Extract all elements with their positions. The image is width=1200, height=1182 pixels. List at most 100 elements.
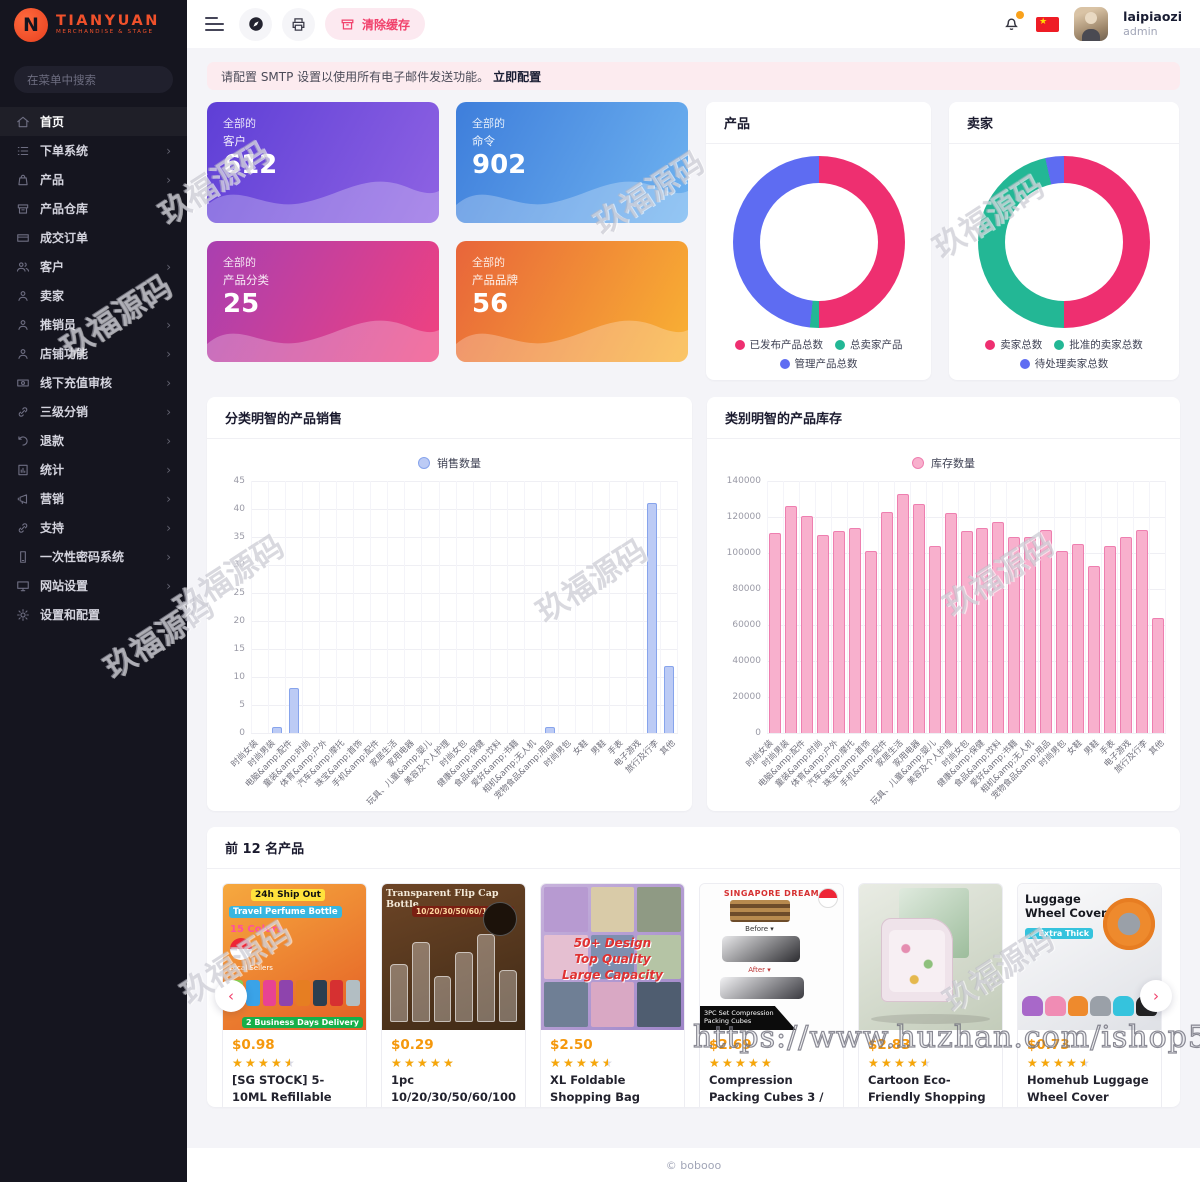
product-name: 1pc 10/20/30/50/60/100ml...	[391, 1072, 516, 1107]
bar-slot	[767, 481, 783, 733]
products-donut-card: 产品 已发布产品总数总卖家产品管理产品总数	[706, 102, 931, 380]
bar[interactable]	[1040, 530, 1052, 733]
bar[interactable]	[817, 535, 829, 733]
language-flag-icon[interactable]: ★	[1036, 17, 1059, 32]
list-icon	[16, 143, 31, 158]
sidebar-item-13[interactable]: 营销›	[0, 484, 187, 513]
bar[interactable]	[1152, 618, 1164, 733]
legend-item[interactable]: 管理产品总数	[780, 356, 858, 371]
bar[interactable]	[769, 533, 781, 733]
print-icon[interactable]	[282, 8, 315, 41]
bar-slot	[302, 481, 319, 733]
star-icon: ★★	[258, 1057, 270, 1069]
legend-item[interactable]: 已发布产品总数	[735, 337, 824, 352]
bar[interactable]	[833, 531, 845, 733]
sidebar-item-5[interactable]: 客户›	[0, 252, 187, 281]
products-donut-chart[interactable]	[733, 156, 905, 328]
legend-item[interactable]: 总卖家产品	[835, 337, 903, 352]
bar[interactable]	[897, 494, 909, 733]
stat-card-3[interactable]: 全部的产品品牌56	[456, 241, 688, 362]
bar[interactable]	[289, 688, 299, 733]
avatar[interactable]	[1074, 7, 1108, 41]
product-card-3[interactable]: SINGAPORE DREAMBefore ▾After ▾3PC Set Co…	[699, 883, 844, 1107]
sidebar-item-1[interactable]: 下单系统›	[0, 136, 187, 165]
product-card-4[interactable]: $2.83★★★★★★★★★★Cartoon Eco-Friendly Shop…	[858, 883, 1003, 1107]
bar[interactable]	[1008, 537, 1020, 733]
notifications-bell-icon[interactable]	[1002, 13, 1021, 35]
sidebar-item-17[interactable]: 设置和配置	[0, 600, 187, 629]
legend-label: 卖家总数	[1000, 337, 1042, 352]
sidebar-item-16[interactable]: 网站设置 ›	[0, 571, 187, 600]
bar[interactable]	[785, 506, 797, 733]
product-card-2[interactable]: 50+ DesignTop QualityLarge Capacity$2.50…	[540, 883, 685, 1107]
sidebar-item-label: 网站设置	[40, 577, 157, 594]
bar[interactable]	[1120, 537, 1132, 733]
bar[interactable]	[865, 551, 877, 733]
sidebar-item-8[interactable]: 店铺功能›	[0, 339, 187, 368]
bar-slot	[370, 481, 387, 733]
sidebar-item-7[interactable]: 推销员›	[0, 310, 187, 339]
sellers-donut-chart[interactable]	[978, 156, 1150, 328]
smtp-configure-link[interactable]: 立即配置	[493, 68, 541, 85]
stat-card-1[interactable]: 全部的命令902	[456, 102, 688, 223]
bar-slot	[490, 481, 507, 733]
sidebar-item-2[interactable]: 产品›	[0, 165, 187, 194]
sidebar-item-10[interactable]: 三级分销›	[0, 397, 187, 426]
brand[interactable]: N TIANYUAN MERCHANDISE & STAGE	[0, 0, 187, 50]
sellers-donut-legend: 卖家总数批准的卖家总数待处理卖家总数	[959, 337, 1169, 371]
sidebar-item-11[interactable]: 退款›	[0, 426, 187, 455]
bar[interactable]	[945, 513, 957, 733]
inventory-bar-chart[interactable]: 库存数量140000120000100000800006000040000200…	[707, 455, 1180, 805]
clear-cache-button[interactable]: 清除缓存	[325, 8, 425, 40]
chevron-right-icon: ›	[166, 580, 171, 592]
bar[interactable]	[1136, 530, 1148, 733]
bar[interactable]	[1024, 537, 1036, 733]
bar[interactable]	[913, 504, 925, 733]
bar[interactable]	[664, 666, 674, 733]
sidebar-item-12[interactable]: 统计›	[0, 455, 187, 484]
carousel-next-button[interactable]: ›	[1140, 980, 1172, 1012]
carousel-prev-button[interactable]: ‹	[215, 980, 247, 1012]
bar-slot	[439, 481, 456, 733]
sidebar-toggle-icon[interactable]	[205, 17, 225, 31]
chevron-right-icon: ›	[166, 406, 171, 418]
sidebar-item-6[interactable]: 卖家›	[0, 281, 187, 310]
sidebar-item-label: 退款	[40, 432, 157, 449]
bar[interactable]	[801, 516, 813, 733]
bar[interactable]	[1056, 551, 1068, 733]
sidebar-item-9[interactable]: 线下充值审核›	[0, 368, 187, 397]
bar[interactable]	[992, 522, 1004, 733]
stat-card-2[interactable]: 全部的产品分类25	[207, 241, 439, 362]
bar[interactable]	[1072, 544, 1084, 733]
legend-item[interactable]: 批准的卖家总数	[1054, 337, 1143, 352]
sidebar-item-label: 下单系统	[40, 142, 157, 159]
bar[interactable]	[961, 531, 973, 733]
sidebar-item-0[interactable]: 首页	[0, 107, 187, 136]
sales-bar-chart[interactable]: 销售数量454035302520151050时尚女装时尚男装电脑&amp;配件童…	[207, 455, 692, 805]
sidebar-item-4[interactable]: 成交订单	[0, 223, 187, 252]
sidebar-item-3[interactable]: 产品仓库›	[0, 194, 187, 223]
star-icon: ★★	[1027, 1057, 1039, 1069]
stat-label: 客户	[223, 133, 423, 149]
bar[interactable]	[1104, 546, 1116, 733]
sidebar-item-15[interactable]: 一次性密码系统›	[0, 542, 187, 571]
bar[interactable]	[976, 528, 988, 733]
bar[interactable]	[929, 546, 941, 733]
language-globe-icon[interactable]	[239, 8, 272, 41]
bar[interactable]	[881, 512, 893, 733]
legend-item[interactable]: 卖家总数	[985, 337, 1042, 352]
bar-slot	[783, 481, 799, 733]
stat-label: 产品品牌	[472, 272, 672, 288]
legend-item[interactable]: 待处理卖家总数	[1020, 356, 1109, 371]
star-icon: ★★	[576, 1057, 588, 1069]
bar[interactable]	[849, 528, 861, 733]
stat-card-0[interactable]: 全部的客户612	[207, 102, 439, 223]
bar[interactable]	[1088, 566, 1100, 733]
menu-search-input[interactable]	[14, 66, 173, 93]
chevron-right-icon: ›	[166, 174, 171, 186]
product-card-1[interactable]: Transparent Flip Cap Bottle10/20/30/50/6…	[381, 883, 526, 1107]
sidebar-item-14[interactable]: 支持›	[0, 513, 187, 542]
bar[interactable]	[647, 503, 657, 733]
y-tick-label: 35	[234, 532, 245, 542]
star-icon: ★★	[563, 1057, 575, 1069]
